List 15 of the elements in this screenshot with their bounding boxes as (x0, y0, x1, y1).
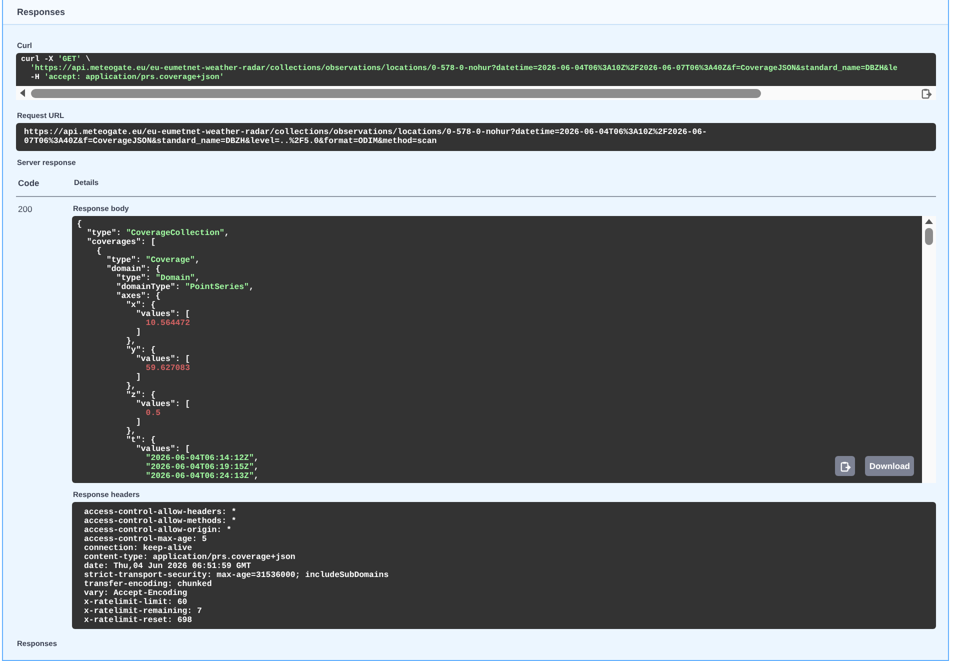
status-code: 200 (17, 203, 34, 216)
request-url: https://api.meteogate.eu/eu-eumetnet-weather-radar/collections/observations/locations/0-578-0-nohur?datetime=2026-06-04T06%3A10Z%2F2026-06- 07T06%3A40Z&f=CoverageJSON&standard_name=DBZH&level=..%2F5.0&format=ODIM&method=scan (16, 123, 936, 151)
section-title: Responses (17, 7, 66, 17)
scrollbar-thumb[interactable] (31, 88, 761, 98)
copy-button[interactable] (835, 456, 856, 476)
download-button[interactable]: Download (865, 456, 914, 476)
copy-icon (921, 88, 932, 98)
response-headers: access-control-allow-headers: * access-control-allow-methods: * access-control-allow-origin: * access-control-max-age: 5 connection: keep-alive content-type: application/prs.coverage+json date: Thu,04 Jun 2026 06:51:59 GMT strict-transport-security: max-age=31536000; includeSubDomains transfer-encoding: chunked vary: Accept-Encoding x-ratelimit-limit: 60 x-ratelimit-remaining: 7 x-ratelimit-reset: 698 (72, 502, 936, 629)
scrollbar-thumb[interactable] (925, 228, 933, 245)
column-header: Code (16, 170, 72, 197)
horizontal-scrollbar[interactable] (16, 86, 936, 100)
scroll-up-icon[interactable] (925, 219, 933, 224)
copy-icon (840, 460, 851, 472)
scroll-left-icon[interactable] (20, 89, 25, 97)
vertical-scrollbar[interactable] (922, 216, 936, 483)
